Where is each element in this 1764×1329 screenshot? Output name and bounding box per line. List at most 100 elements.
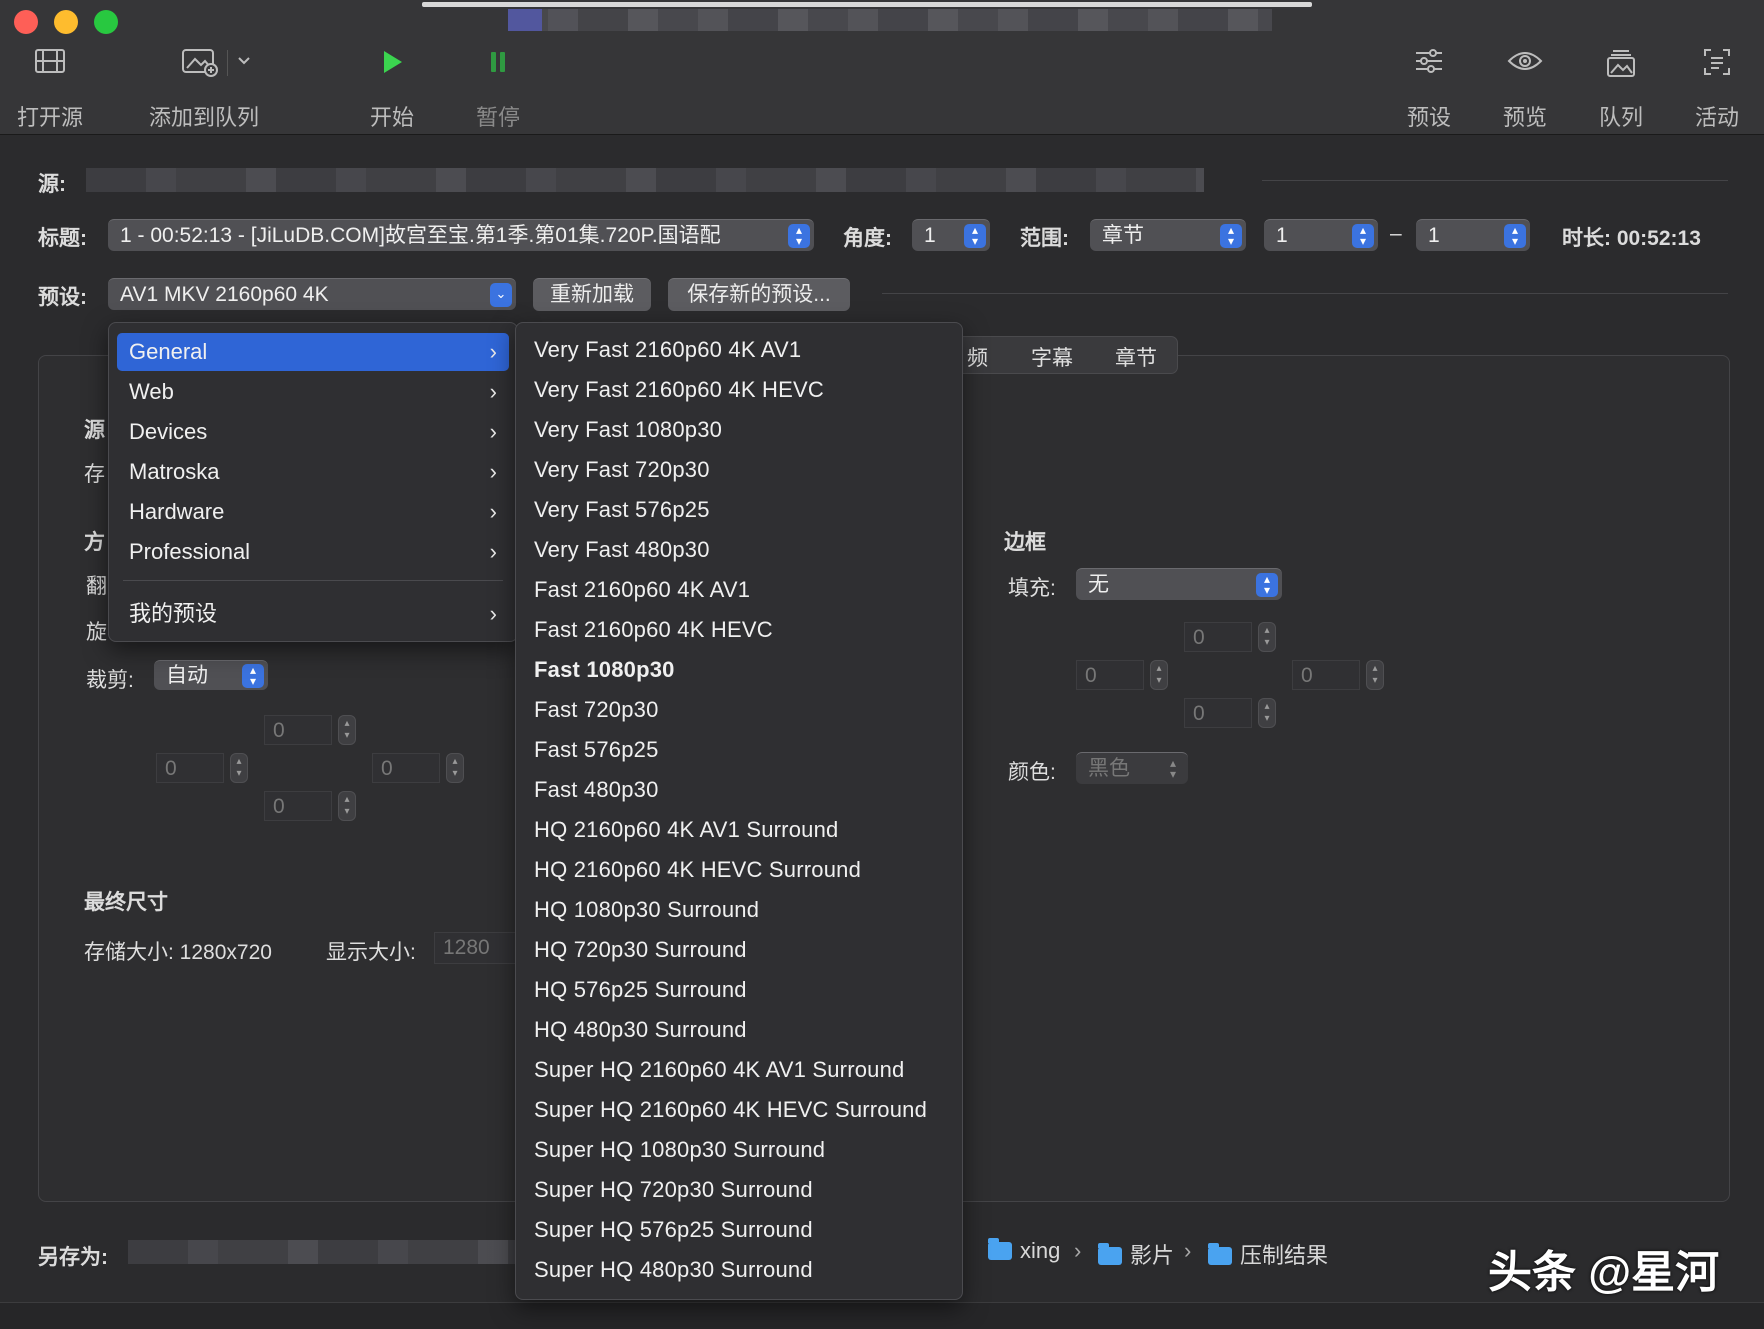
add-to-queue-button[interactable]: 添加到队列 [149,48,274,132]
preset-menu-item[interactable]: Very Fast 480p30 [534,537,710,563]
preset-label: 预设: [38,286,87,309]
path-crumb-xing[interactable]: xing [988,1238,1060,1264]
preset-menu-item[interactable]: HQ 576p25 Surround [534,977,747,1003]
watermark: 头条 @星河 [1488,1248,1720,1297]
preview-label: 预览 [1502,105,1547,130]
range-end-value: 1 [1428,224,1440,247]
tab-chapters[interactable]: 章节 [1115,342,1157,372]
range-start-select[interactable]: 1 ▴ ▾ [1264,219,1378,251]
border-right-field[interactable]: 0 [1292,660,1360,690]
crop-top-stepper[interactable]: ▴ ▾ [338,715,356,745]
updown-chevron-icon: ▴ ▾ [1169,756,1177,781]
preset-menu-item[interactable]: Very Fast 576p25 [534,497,710,523]
color-select[interactable]: 黑色 ▴ ▾ [1076,752,1188,784]
close-window-button[interactable] [14,10,38,34]
border-bottom-stepper[interactable]: ▴ ▾ [1258,698,1276,728]
category-menu-item[interactable]: 我的预设 › [117,595,509,633]
divider [882,293,1728,294]
preset-menu-item[interactable]: Very Fast 720p30 [534,457,710,483]
crop-select[interactable]: 自动 ▴ ▾ [154,660,268,690]
preset-menu-item[interactable]: Very Fast 2160p60 4K HEVC [534,377,824,403]
tab-audio[interactable]: 频 [967,342,988,372]
preset-menu-item[interactable]: HQ 2160p60 4K HEVC Surround [534,857,861,883]
preset-menu-item[interactable]: Fast 480p30 [534,777,659,803]
border-top-stepper[interactable]: ▴ ▾ [1258,622,1276,652]
activity-button[interactable]: 活动 [1692,48,1742,132]
preset-menu-item[interactable]: Fast 720p30 [534,697,659,723]
border-left-field[interactable]: 0 [1076,660,1144,690]
preset-select[interactable]: AV1 MKV 2160p60 4K ⌄ [108,278,516,310]
preset-menu-item[interactable]: HQ 2160p60 4K AV1 Surround [534,817,838,843]
source-label: 源: [38,173,66,196]
chevron-down-icon[interactable] [236,48,252,80]
duration-text: 时长: 00:52:13 [1562,227,1701,250]
category-menu-item-label: Hardware [129,499,225,524]
add-to-queue-label: 添加到队列 [148,105,259,130]
color-value: 黑色 [1088,757,1130,780]
crop-bottom-stepper[interactable]: ▴ ▾ [338,791,356,821]
pause-button[interactable]: 暂停 [472,48,524,132]
category-menu-item-label: Devices [129,419,208,444]
pause-icon [472,48,524,88]
save-new-preset-button[interactable]: 保存新的预设... [668,278,850,311]
range-type-select[interactable]: 章节 ▴ ▾ [1090,219,1246,251]
preset-menu-item[interactable]: Very Fast 2160p60 4K AV1 [534,337,801,363]
angle-value: 1 [924,224,936,247]
preset-menu-item[interactable]: Super HQ 2160p60 4K AV1 Surround [534,1057,904,1083]
preset-menu-item[interactable]: Super HQ 1080p30 Surround [534,1137,825,1163]
preset-menu-item[interactable]: Super HQ 480p30 Surround [534,1257,813,1283]
category-menu-item[interactable]: Hardware › [117,493,509,531]
crop-right-stepper[interactable]: ▴ ▾ [446,753,464,783]
title-select[interactable]: 1 - 00:52:13 - [JiLuDB.COM]故宫至宝.第1季.第01集… [108,219,814,251]
activity-label: 活动 [1694,105,1739,130]
category-menu-item[interactable]: Web › [117,373,509,411]
queue-button[interactable]: 队列 [1596,48,1646,132]
path-crumb-output[interactable]: 压制结果 [1208,1238,1328,1270]
category-menu-item-label: General [129,339,208,364]
preset-menu-item[interactable]: Fast 1080p30 [534,657,675,683]
start-button[interactable]: 开始 [366,48,418,132]
open-source-button[interactable]: 打开源 [14,48,86,132]
preset-menu-item[interactable]: HQ 480p30 Surround [534,1017,747,1043]
reload-button[interactable]: 重新加载 [533,278,651,311]
crop-label: 裁剪: [86,669,134,692]
tab-subtitles[interactable]: 字幕 [1031,342,1073,372]
angle-select[interactable]: 1 ▴ ▾ [912,219,990,251]
preset-menu-item[interactable]: Fast 2160p60 4K HEVC [534,617,773,643]
category-menu-item[interactable]: General › [117,333,509,371]
preset-menu-item[interactable]: Very Fast 1080p30 [534,417,722,443]
range-end-select[interactable]: 1 ▴ ▾ [1416,219,1530,251]
border-bottom-field[interactable]: 0 [1184,698,1252,728]
crop-bottom-field[interactable]: 0 [264,791,332,821]
fill-select[interactable]: 无 ▴ ▾ [1076,568,1282,600]
category-menu-item[interactable]: Devices › [117,413,509,451]
play-icon [366,48,418,88]
presets-label: 预设 [1406,105,1451,130]
display-size-field[interactable]: 1280 [434,932,516,964]
status-bar [0,1302,1764,1329]
zoom-window-button[interactable] [94,10,118,34]
presets-button[interactable]: 预设 [1404,48,1454,132]
border-top-field[interactable]: 0 [1184,622,1252,652]
minimize-window-button[interactable] [54,10,78,34]
category-menu-item-label: Professional [129,539,251,564]
path-crumb-movies[interactable]: 影片 [1098,1238,1174,1270]
border-left-stepper[interactable]: ▴ ▾ [1150,660,1168,690]
preset-menu-item[interactable]: HQ 1080p30 Surround [534,897,759,923]
category-menu-item[interactable]: Professional › [117,533,509,571]
preset-menu-item[interactable]: HQ 720p30 Surround [534,937,747,963]
preset-menu-item[interactable]: Super HQ 720p30 Surround [534,1177,813,1203]
preset-menu-item[interactable]: Super HQ 2160p60 4K HEVC Surround [534,1097,927,1123]
preset-menu-item[interactable]: Fast 2160p60 4K AV1 [534,577,750,603]
crop-left-stepper[interactable]: ▴ ▾ [230,753,248,783]
crop-left-field[interactable]: 0 [156,753,224,783]
crop-right-field[interactable]: 0 [372,753,440,783]
crop-top-field[interactable]: 0 [264,715,332,745]
preview-button[interactable]: 预览 [1500,48,1550,132]
preset-menu-item[interactable]: Fast 576p25 [534,737,659,763]
preset-menu-item[interactable]: Super HQ 576p25 Surround [534,1217,813,1243]
border-right-stepper[interactable]: ▴ ▾ [1366,660,1384,690]
updown-chevron-icon: ▴ ▾ [242,664,264,688]
category-menu-item[interactable]: Matroska › [117,453,509,491]
title-label: 标题: [38,227,87,250]
